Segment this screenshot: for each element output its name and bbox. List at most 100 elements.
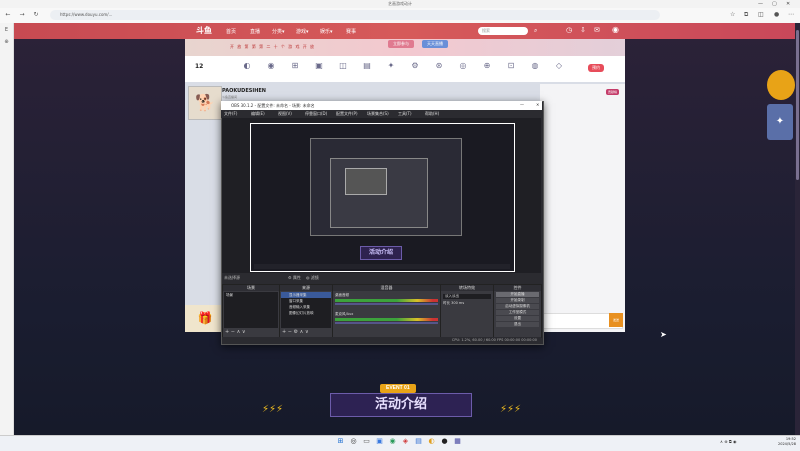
obs-menu-item[interactable]: 工具(T): [398, 111, 412, 117]
chat-panel-row[interactable]: [543, 136, 621, 146]
nav-item-games[interactable]: 游戏▾: [296, 28, 309, 35]
start-streaming-button[interactable]: 开始直播: [496, 292, 539, 297]
obs-minimize-icon[interactable]: —: [520, 102, 524, 107]
room-function-icon[interactable]: ⚙: [408, 61, 422, 70]
forward-icon[interactable]: →: [18, 11, 26, 18]
sidebar-tab-icon[interactable]: E: [0, 27, 13, 33]
message-icon[interactable]: ✉: [594, 26, 600, 34]
favorites-icon[interactable]: ☆: [730, 11, 735, 18]
taskbar-clock[interactable]: 19:52 2024/5/28: [778, 437, 796, 447]
source-item[interactable]: 图像幻灯片放映: [281, 310, 331, 316]
address-bar[interactable]: https://www.douyu.com/...: [50, 10, 660, 20]
room-function-icon[interactable]: ◍: [528, 61, 542, 70]
sidebar-add-icon[interactable]: ⊕: [0, 39, 13, 45]
down-icon[interactable]: ∨: [242, 329, 246, 335]
taskbar-app-icon[interactable]: ◈: [401, 437, 410, 446]
user-avatar-icon[interactable]: ◉: [612, 25, 619, 34]
exit-button[interactable]: 退出: [496, 322, 539, 327]
taskbar-app-icon[interactable]: ⊞: [336, 437, 345, 446]
taskbar-app-icon[interactable]: ▭: [362, 437, 371, 446]
taskbar-app-icon[interactable]: ▦: [453, 437, 462, 446]
taskbar-app-icon[interactable]: ▣: [375, 437, 384, 446]
anchor-avatar[interactable]: 🐕: [188, 86, 222, 120]
obs-menu-item[interactable]: 帮助(H): [425, 111, 439, 117]
room-function-icon[interactable]: ◇: [552, 61, 566, 70]
chat-panel-badge[interactable]: 贡献榜: [605, 89, 619, 95]
anchor-name[interactable]: PAOKUDESIHEN: [222, 88, 266, 94]
volume-slider[interactable]: [335, 322, 438, 324]
refresh-icon[interactable]: ↻: [32, 11, 40, 18]
filters-button[interactable]: ◍ 滤镜: [306, 275, 319, 281]
virtual-camera-button[interactable]: 启动虚拟摄像机: [496, 304, 539, 309]
site-search-input[interactable]: 搜索: [478, 27, 528, 35]
obs-menu-item[interactable]: 编辑(E): [251, 111, 265, 117]
obs-menu-item[interactable]: 视图(V): [278, 111, 292, 117]
chat-panel-row[interactable]: [543, 148, 621, 158]
room-function-icon[interactable]: ▤: [360, 61, 374, 70]
banner-join-button[interactable]: 立即参与: [388, 40, 414, 48]
nav-item-live[interactable]: 直播: [250, 28, 260, 35]
search-icon[interactable]: ⌕: [534, 27, 537, 35]
transition-select[interactable]: 淡入淡出: [443, 294, 491, 299]
collections-icon[interactable]: ⧉: [744, 11, 748, 19]
obs-menu-item[interactable]: 停靠窗口(D): [305, 111, 327, 117]
room-function-icon[interactable]: ✦: [384, 61, 398, 70]
down-icon[interactable]: ∨: [305, 329, 309, 335]
start-recording-button[interactable]: 开始录制: [496, 298, 539, 303]
chat-send-button[interactable]: 发送: [609, 313, 623, 327]
obs-menu-item[interactable]: 文件(F): [224, 111, 237, 117]
extensions-icon[interactable]: ◫: [758, 11, 764, 18]
chat-panel-row[interactable]: [543, 112, 621, 122]
nav-item-entertainment[interactable]: 娱乐▾: [320, 28, 333, 35]
banner-live-button[interactable]: 天天直播: [422, 40, 448, 48]
room-function-icon[interactable]: ◎: [456, 61, 470, 70]
scrollbar-thumb[interactable]: [796, 30, 799, 180]
room-function-icon[interactable]: ⊞: [288, 61, 302, 70]
maximize-icon[interactable]: ▢: [772, 1, 777, 7]
system-tray[interactable]: ∧ ⊕ ⧉ ◉: [720, 439, 736, 444]
obs-close-icon[interactable]: ✕: [536, 102, 539, 107]
chat-panel-row[interactable]: [543, 100, 621, 110]
close-icon[interactable]: ✕: [786, 1, 790, 7]
nav-item-esports[interactable]: 赛事: [346, 28, 356, 35]
taskbar-app-icon[interactable]: ◎: [349, 437, 358, 446]
room-function-icon[interactable]: ⊕: [480, 61, 494, 70]
gear-icon[interactable]: ⚙: [294, 329, 298, 335]
download-icon[interactable]: ⇩: [580, 26, 586, 34]
taskbar-app-icon[interactable]: ●: [440, 437, 449, 446]
nav-item-home[interactable]: 首页: [226, 28, 236, 35]
nav-item-category[interactable]: 分类▾: [272, 28, 285, 35]
taskbar-app-icon[interactable]: ▤: [414, 437, 423, 446]
chat-panel-row[interactable]: 贡献榜: [543, 88, 621, 98]
room-function-icon[interactable]: ▣: [312, 61, 326, 70]
room-function-icon[interactable]: ◫: [336, 61, 350, 70]
taskbar-app-icon[interactable]: ◉: [388, 437, 397, 446]
transition-duration[interactable]: 时长 300 ms: [441, 301, 493, 306]
profile-icon[interactable]: ●: [774, 11, 779, 18]
properties-button[interactable]: ⚙ 属性: [288, 275, 301, 281]
room-function-icon[interactable]: ⊡: [504, 61, 518, 70]
add-icon[interactable]: +: [282, 329, 286, 335]
room-function-icon[interactable]: ◉: [264, 61, 278, 70]
back-icon[interactable]: ←: [4, 11, 12, 18]
remove-icon[interactable]: −: [231, 329, 235, 335]
room-reserve-button[interactable]: 预约: [588, 64, 604, 72]
more-icon[interactable]: ⋯: [788, 11, 794, 18]
site-logo[interactable]: 斗鱼: [196, 25, 212, 36]
minimize-icon[interactable]: —: [758, 1, 763, 7]
add-icon[interactable]: +: [225, 329, 229, 335]
remove-icon[interactable]: −: [288, 329, 292, 335]
chat-panel-row[interactable]: [543, 124, 621, 134]
room-function-icon[interactable]: ◐: [240, 61, 254, 70]
side-promo-badge[interactable]: [767, 70, 795, 100]
up-icon[interactable]: ∧: [300, 329, 304, 335]
settings-button[interactable]: 设置: [496, 316, 539, 321]
up-icon[interactable]: ∧: [237, 329, 241, 335]
volume-slider[interactable]: [335, 303, 438, 305]
obs-menu-item[interactable]: 配置文件(P): [336, 111, 358, 117]
studio-mode-button[interactable]: 工作室模式: [496, 310, 539, 315]
history-icon[interactable]: ◷: [566, 26, 572, 34]
room-function-icon[interactable]: ⊛: [432, 61, 446, 70]
duration-value[interactable]: 300 ms: [451, 301, 464, 305]
taskbar-app-icon[interactable]: ◐: [427, 437, 436, 446]
